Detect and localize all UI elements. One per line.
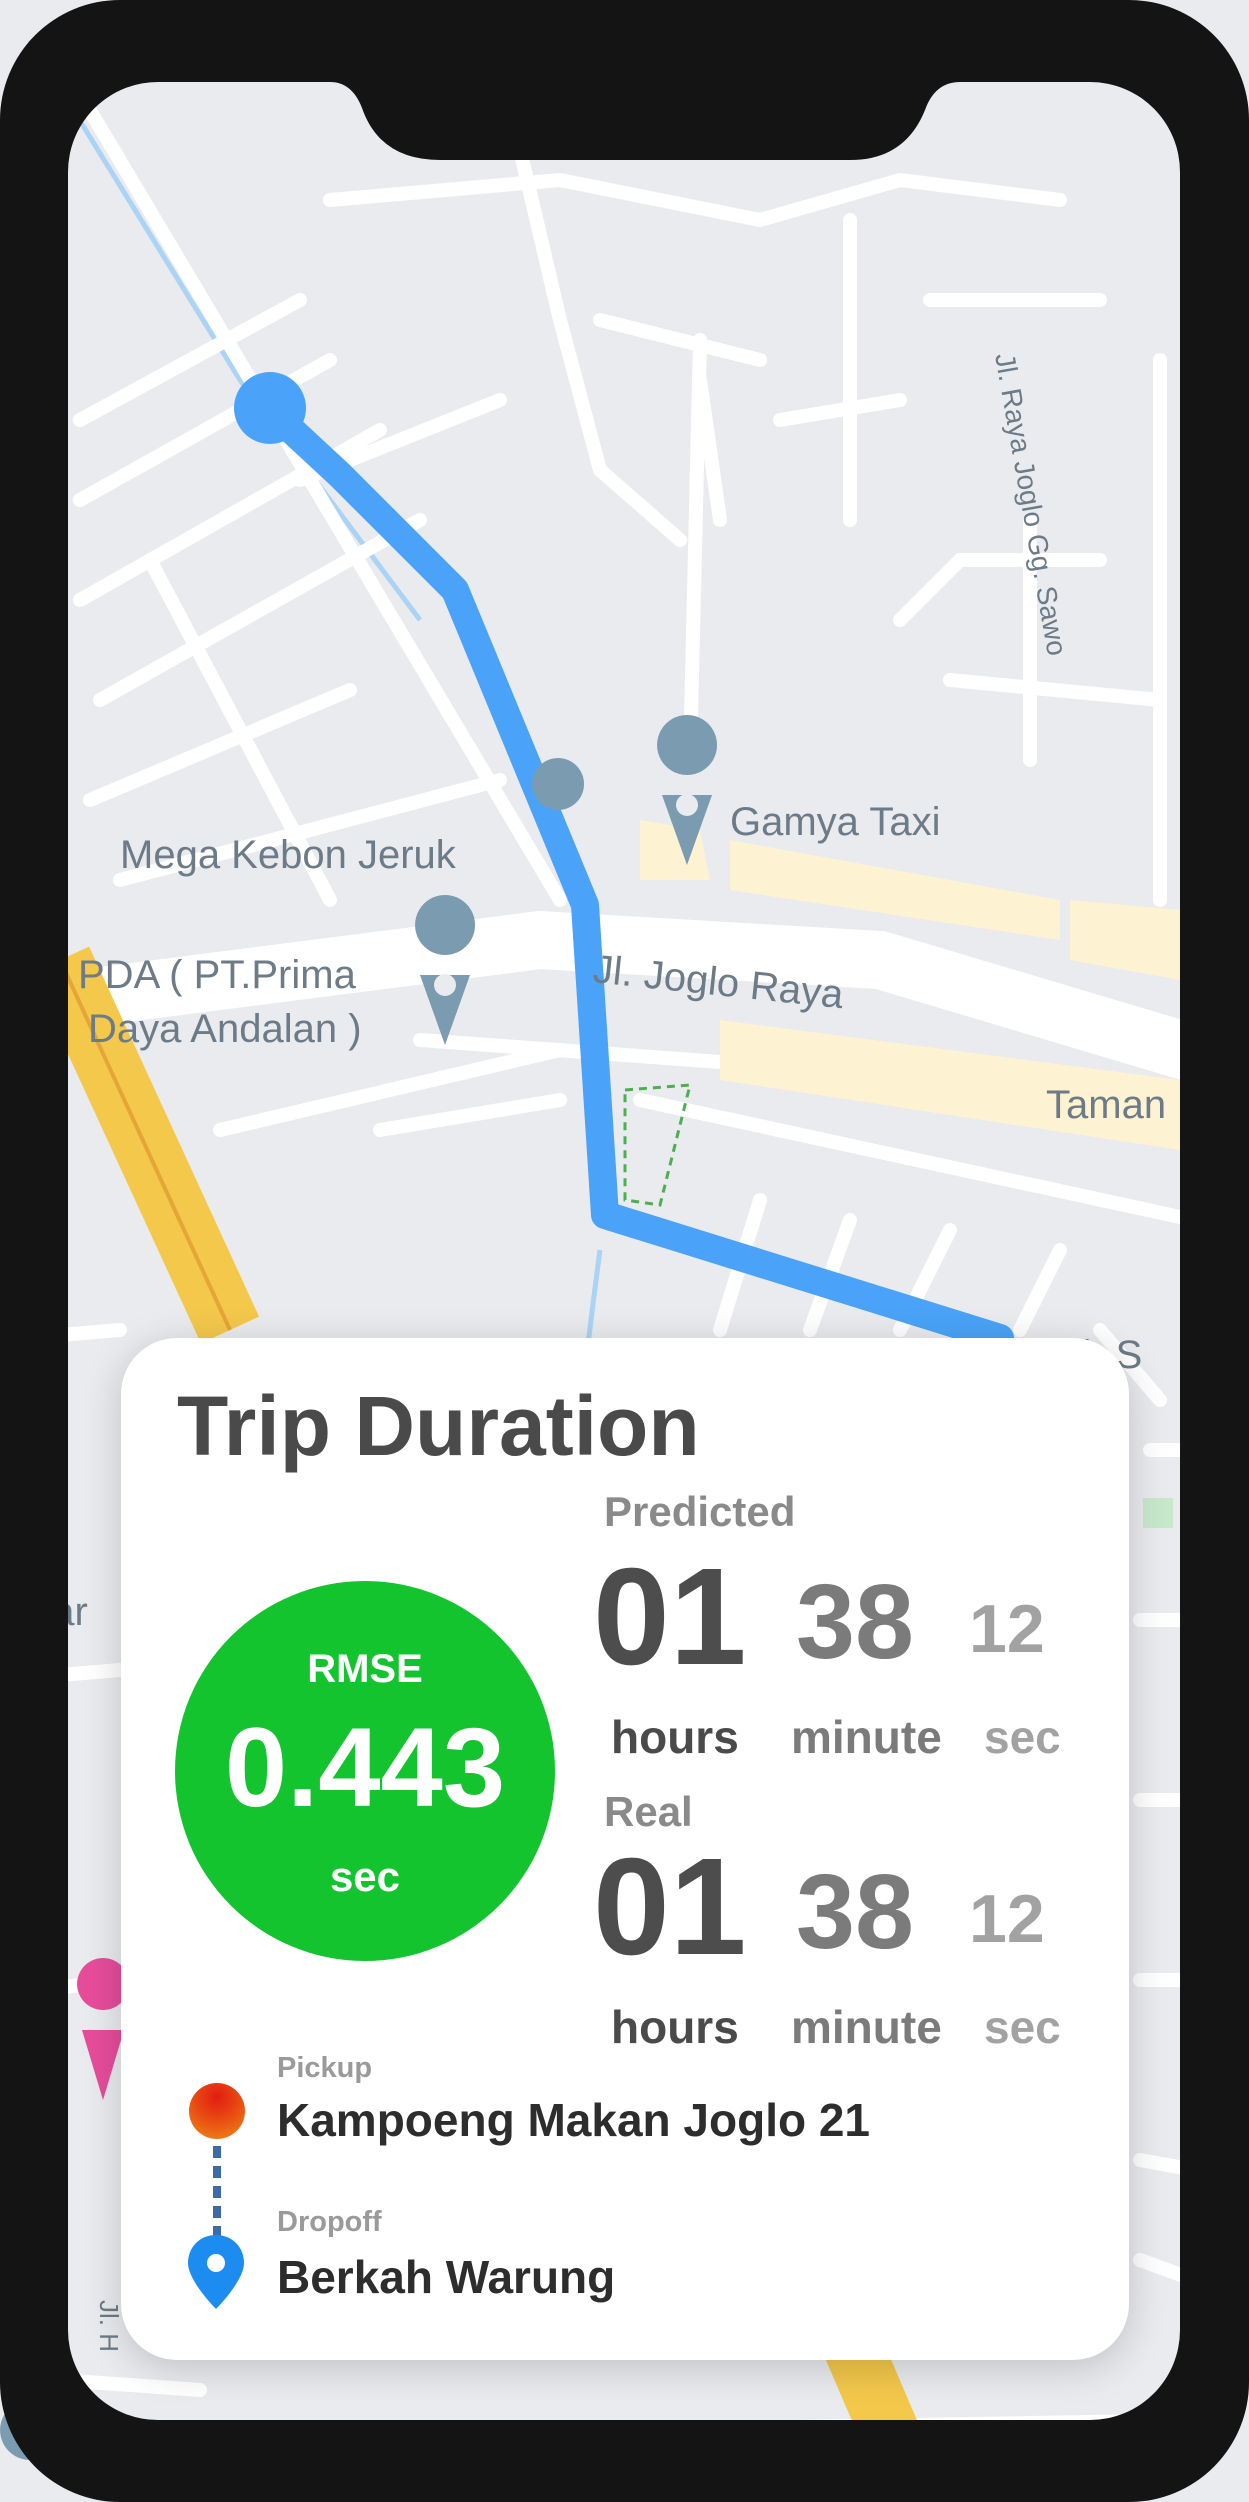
real-hours: 01 xyxy=(593,1830,747,1984)
dropoff-pin-icon xyxy=(188,2235,244,2309)
rmse-label: RMSE xyxy=(307,1647,423,1691)
real-seconds-unit: sec xyxy=(984,2001,1061,2053)
predicted-minutes: 38 xyxy=(796,1563,914,1681)
pickup-name: Kampoeng Makan Joglo 21 xyxy=(277,2094,871,2146)
real-hours-unit: hours xyxy=(611,2001,739,2053)
card-title: Trip Duration xyxy=(177,1379,700,1473)
rmse-badge: RMSE 0.443 sec xyxy=(175,1581,555,1961)
predicted-seconds: 12 xyxy=(969,1591,1045,1667)
real-minutes-unit: minute xyxy=(791,2001,942,2053)
predicted-seconds-unit: sec xyxy=(984,1711,1061,1763)
real-seconds: 12 xyxy=(969,1881,1045,1957)
rmse-unit: sec xyxy=(329,1853,401,1900)
map-label-jl-h: Jl. H xyxy=(94,2300,124,2352)
predicted-hours: 01 xyxy=(593,1540,747,1694)
predicted-hours-unit: hours xyxy=(611,1711,739,1763)
map-label-taman: Taman xyxy=(1046,1083,1166,1127)
map-label-pda-2: Daya Andalan ) xyxy=(88,1007,362,1051)
predicted-label: Predicted xyxy=(604,1488,796,1535)
trip-duration-card: Trip Duration RMSE 0.443 sec Predicted 0… xyxy=(121,1338,1129,2360)
dropoff-name: Berkah Warung xyxy=(277,2251,616,2303)
pickup-dot-icon xyxy=(189,2083,245,2139)
route-connector xyxy=(213,2146,221,2238)
map-label-gamya: Gamya Taxi xyxy=(730,800,940,844)
rmse-value: 0.443 xyxy=(224,1705,506,1830)
map-label-bar: bar xyxy=(30,1590,88,1634)
map-label-mega: Mega Kebon Jeruk xyxy=(120,833,457,877)
pickup-label: Pickup xyxy=(277,2052,373,2084)
real-minutes: 38 xyxy=(796,1853,914,1971)
map-label-pda-1: PDA ( PT.Prima xyxy=(78,953,357,997)
dropoff-label: Dropoff xyxy=(277,2206,382,2238)
predicted-minutes-unit: minute xyxy=(791,1711,942,1763)
